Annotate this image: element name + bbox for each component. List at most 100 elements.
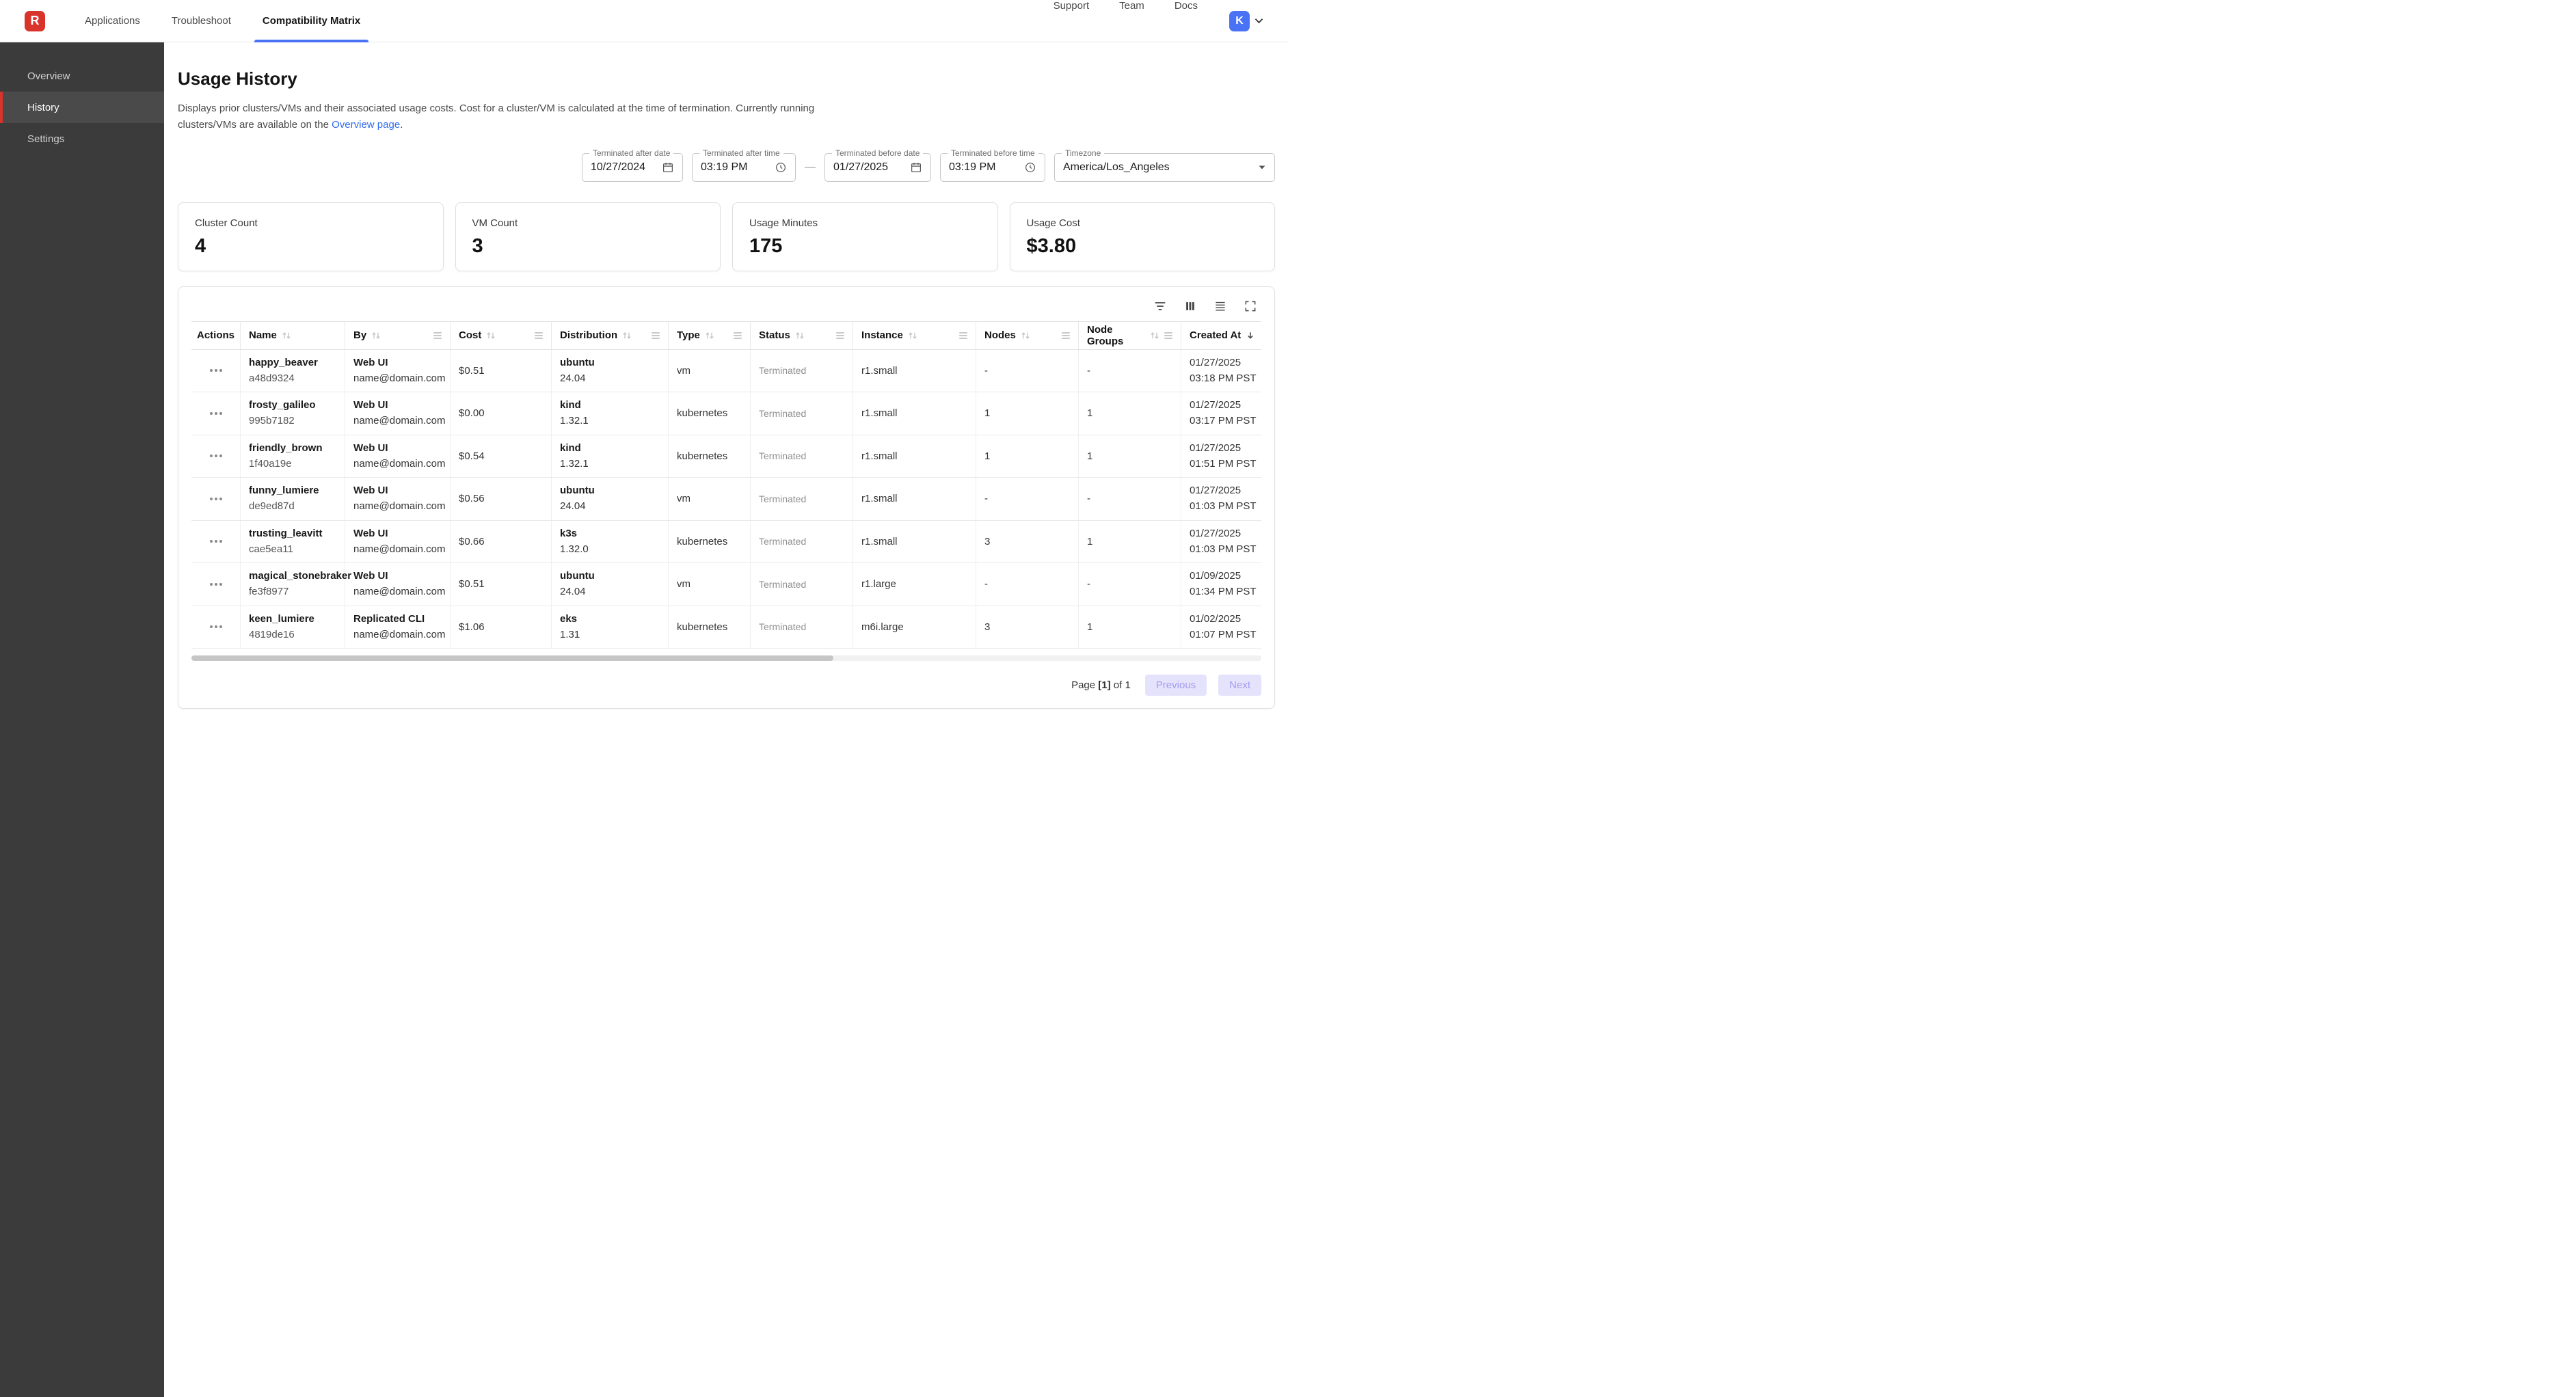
more-options-icon[interactable] xyxy=(207,495,225,503)
field-value[interactable]: 01/27/2025 xyxy=(833,161,903,174)
column-header-nodes[interactable]: Nodes xyxy=(976,322,1079,349)
column-header-created-at[interactable]: Created At xyxy=(1181,322,1261,349)
column-header-node-groups[interactable]: Node Groups xyxy=(1079,322,1181,349)
instance-value: r1.small xyxy=(861,493,967,504)
sort-icon[interactable] xyxy=(622,331,632,340)
cell-instance: r1.small xyxy=(853,435,976,478)
sort-icon[interactable] xyxy=(1021,331,1030,340)
sort-icon[interactable] xyxy=(486,331,496,340)
column-menu-icon[interactable] xyxy=(1164,332,1172,339)
sidebar-item-settings[interactable]: Settings xyxy=(0,123,164,154)
field-value[interactable]: America/Los_Angeles xyxy=(1063,161,1251,174)
nav-item-compatibility-matrix[interactable]: Compatibility Matrix xyxy=(263,0,360,42)
email-link[interactable]: name@domain.com xyxy=(353,500,442,513)
previous-page-button[interactable]: Previous xyxy=(1145,675,1207,696)
overview-page-link[interactable]: Overview page xyxy=(332,119,400,131)
sort-icon[interactable] xyxy=(795,331,805,340)
filter-bar: Terminated after date 10/27/2024 Termina… xyxy=(178,153,1275,182)
more-options-icon[interactable] xyxy=(207,537,225,545)
column-menu-icon[interactable] xyxy=(652,332,660,339)
more-options-icon[interactable] xyxy=(207,580,225,588)
cluster-name: keen_lumiere xyxy=(249,612,336,626)
field-value[interactable]: 03:19 PM xyxy=(949,161,1017,174)
column-menu-icon[interactable] xyxy=(836,332,844,339)
calendar-icon[interactable] xyxy=(910,161,922,174)
nav-item-applications[interactable]: Applications xyxy=(85,0,140,42)
sort-icon[interactable] xyxy=(705,331,714,340)
column-menu-icon[interactable] xyxy=(433,332,442,339)
column-header-cost[interactable]: Cost xyxy=(451,322,552,349)
terminated-after-time-input[interactable]: Terminated after time 03:19 PM xyxy=(692,153,796,182)
chevron-down-icon[interactable] xyxy=(1258,165,1266,170)
terminated-before-time-input[interactable]: Terminated before time 03:19 PM xyxy=(940,153,1045,182)
field-value[interactable]: 10/27/2024 xyxy=(591,161,655,174)
column-menu-icon[interactable] xyxy=(959,332,967,339)
stat-label: Usage Minutes xyxy=(749,217,981,229)
sort-icon[interactable] xyxy=(1150,331,1159,340)
scrollbar-thumb[interactable] xyxy=(191,655,833,661)
cell-nodes: 3 xyxy=(976,606,1079,649)
email-link[interactable]: name@domain.com xyxy=(353,628,442,642)
column-header-distribution[interactable]: Distribution xyxy=(552,322,669,349)
column-header-actions[interactable]: Actions xyxy=(191,322,241,349)
more-options-icon[interactable] xyxy=(207,623,225,631)
clock-icon[interactable] xyxy=(775,161,787,174)
column-menu-icon[interactable] xyxy=(535,332,543,339)
nav-item-support[interactable]: Support xyxy=(1054,0,1090,42)
cell-created-at: 01/27/202503:17 PM PST xyxy=(1181,392,1261,435)
next-page-button[interactable]: Next xyxy=(1218,675,1261,696)
instance-value: r1.small xyxy=(861,407,967,419)
more-options-icon[interactable] xyxy=(207,366,225,375)
email-link[interactable]: name@domain.com xyxy=(353,457,442,471)
sort-icon[interactable] xyxy=(282,331,291,340)
column-header-name[interactable]: Name xyxy=(241,322,345,349)
cell-status: Terminated xyxy=(751,521,853,563)
column-header-status[interactable]: Status xyxy=(751,322,853,349)
field-value[interactable]: 03:19 PM xyxy=(701,161,768,174)
terminated-before-date-input[interactable]: Terminated before date 01/27/2025 xyxy=(824,153,931,182)
cell-node-groups: 1 xyxy=(1079,392,1181,435)
cell-name: magical_stonebrakerfe3f8977 xyxy=(241,563,345,606)
avatar[interactable]: K xyxy=(1229,11,1250,31)
cluster-name: funny_lumiere xyxy=(249,484,336,498)
timezone-select[interactable]: Timezone America/Los_Angeles xyxy=(1054,153,1275,182)
user-menu[interactable]: K xyxy=(1229,11,1263,31)
sort-desc-icon[interactable] xyxy=(1246,331,1255,340)
email-link[interactable]: name@domain.com xyxy=(353,543,442,556)
column-menu-icon[interactable] xyxy=(734,332,742,339)
cell-status: Terminated xyxy=(751,478,853,520)
fullscreen-icon[interactable] xyxy=(1244,299,1257,313)
sidebar-item-overview[interactable]: Overview xyxy=(0,60,164,92)
terminated-after-date-input[interactable]: Terminated after date 10/27/2024 xyxy=(582,153,683,182)
replicated-logo[interactable]: R xyxy=(25,11,45,31)
sidebar-item-history[interactable]: History xyxy=(0,92,164,123)
sort-icon[interactable] xyxy=(371,331,381,340)
cell-name: trusting_leavittcae5ea11 xyxy=(241,521,345,563)
column-menu-icon[interactable] xyxy=(1062,332,1070,339)
column-header-instance[interactable]: Instance xyxy=(853,322,976,349)
nav-item-team[interactable]: Team xyxy=(1119,0,1144,42)
email-link[interactable]: name@domain.com xyxy=(353,372,442,385)
horizontal-scrollbar[interactable] xyxy=(191,655,1261,661)
column-header-by[interactable]: By xyxy=(345,322,451,349)
sort-icon[interactable] xyxy=(908,331,917,340)
more-options-icon[interactable] xyxy=(207,452,225,460)
nav-item-troubleshoot[interactable]: Troubleshoot xyxy=(172,0,231,42)
density-icon[interactable] xyxy=(1213,299,1227,313)
email-link[interactable]: name@domain.com xyxy=(353,585,442,599)
email-link[interactable]: name@domain.com xyxy=(353,414,442,428)
cell-distribution: eks1.31 xyxy=(552,606,669,649)
filter-icon[interactable] xyxy=(1153,299,1167,313)
stat-value: 3 xyxy=(472,235,704,258)
columns-icon[interactable] xyxy=(1183,299,1197,313)
cell-nodes: 3 xyxy=(976,521,1079,563)
page-title: Usage History xyxy=(178,68,1275,90)
more-options-icon[interactable] xyxy=(207,409,225,418)
cell-cost: $0.51 xyxy=(451,350,552,392)
clock-icon[interactable] xyxy=(1024,161,1036,174)
nav-item-docs[interactable]: Docs xyxy=(1175,0,1198,42)
cell-by: Web UIname@domain.com xyxy=(345,521,451,563)
calendar-icon[interactable] xyxy=(662,161,674,174)
column-header-type[interactable]: Type xyxy=(669,322,751,349)
cell-created-at: 01/27/202501:03 PM PST xyxy=(1181,521,1261,563)
